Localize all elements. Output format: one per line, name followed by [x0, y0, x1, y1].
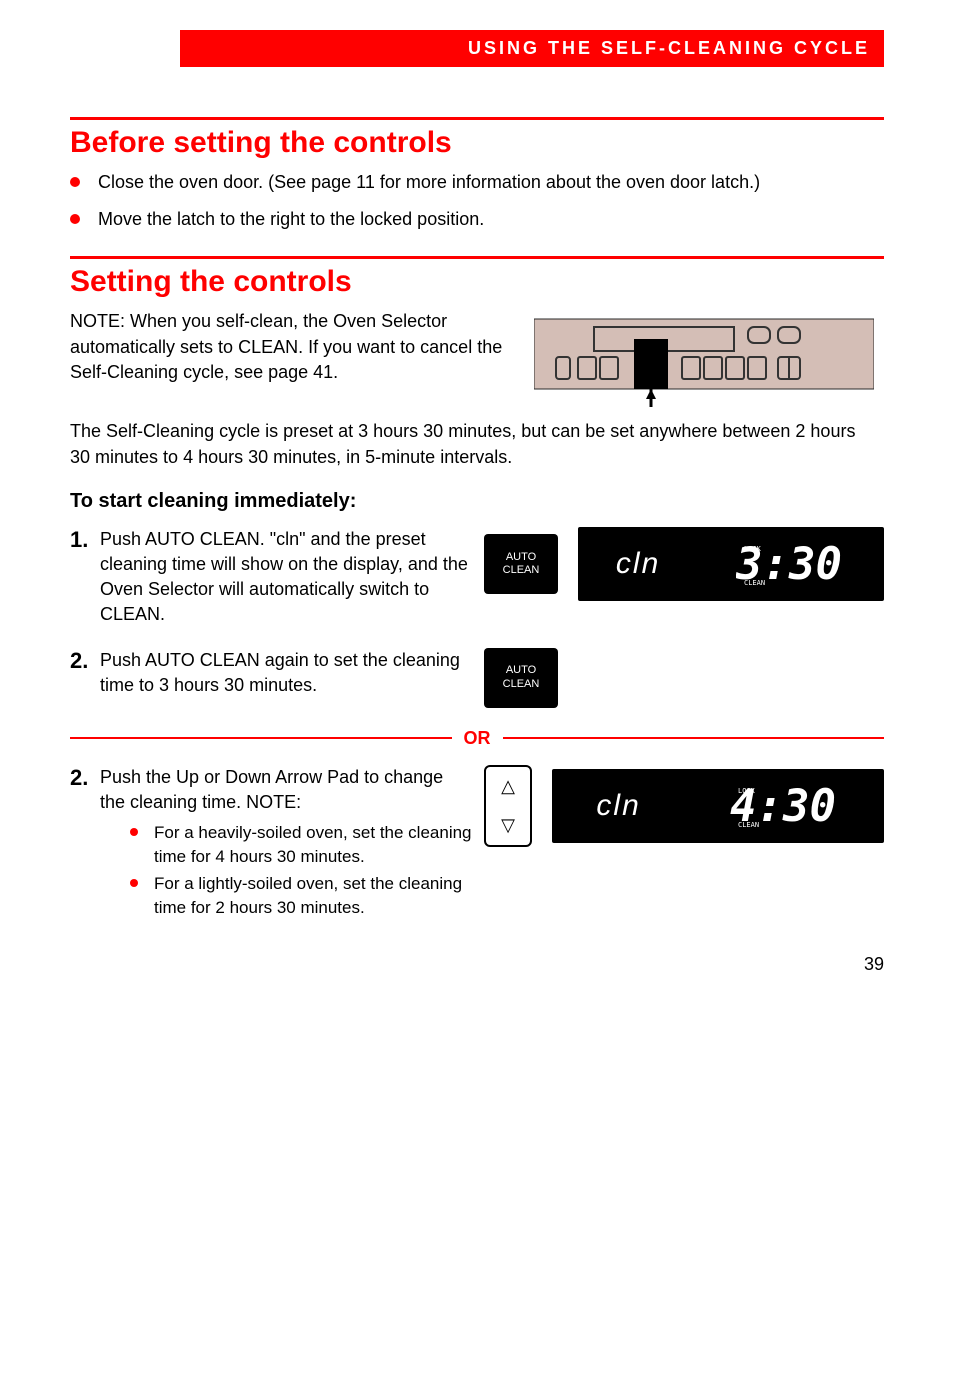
- down-arrow-icon[interactable]: ▽: [501, 815, 515, 836]
- auto-clean-button[interactable]: AUTO CLEAN: [484, 648, 558, 708]
- step-text: Push AUTO CLEAN again to set the cleanin…: [100, 648, 484, 698]
- note-bullet-item: For a lightly-soiled oven, set the clean…: [130, 872, 472, 920]
- oven-display: cln 4:30 LOCK CLEAN: [552, 769, 884, 843]
- arrow-pad[interactable]: △ ▽: [484, 765, 532, 847]
- display-time-value: 3:30 LOCK CLEAN: [736, 537, 846, 591]
- svg-text:CLEAN: CLEAN: [738, 821, 759, 829]
- note-bullets: For a heavily-soiled oven, set the clean…: [130, 821, 472, 920]
- bullet-item: Move the latch to the right to the locke…: [70, 207, 884, 232]
- note-bullet-item: For a heavily-soiled oven, set the clean…: [130, 821, 472, 869]
- step-text: Push the Up or Down Arrow Pad to change …: [100, 765, 484, 925]
- oven-display: cln 3:30 LOCK CLEAN: [578, 527, 884, 601]
- display-mode-label: cln: [596, 789, 640, 823]
- step-number: 1.: [70, 527, 100, 553]
- intro-text-2: The Self-Cleaning cycle is preset at 3 h…: [70, 419, 884, 469]
- svg-text:LOCK: LOCK: [738, 787, 756, 795]
- button-label-bot: CLEAN: [503, 678, 540, 691]
- section-heading-setting: Setting the controls: [70, 265, 884, 299]
- page-number: 39: [70, 954, 884, 975]
- section-rule: [70, 256, 884, 259]
- page-header-bar: USING THE SELF-CLEANING CYCLE: [180, 30, 884, 67]
- svg-text:CLEAN: CLEAN: [744, 579, 765, 587]
- button-label-top: AUTO: [506, 664, 536, 677]
- intro-text-1: NOTE: When you self-clean, the Oven Sele…: [70, 309, 524, 409]
- step-text-span: Push the Up or Down Arrow Pad to change …: [100, 767, 443, 812]
- step-text: Push AUTO CLEAN. "cln" and the preset cl…: [100, 527, 484, 628]
- button-label-top: AUTO: [506, 551, 536, 564]
- or-divider: OR: [70, 728, 884, 749]
- subhead-start-cleaning: To start cleaning immediately:: [70, 490, 884, 513]
- step-number: 2.: [70, 648, 100, 674]
- up-arrow-icon[interactable]: △: [501, 776, 515, 797]
- before-bullet-list: Close the oven door. (See page 11 for mo…: [70, 170, 884, 232]
- divider-line: [70, 737, 452, 739]
- section-heading-before: Before setting the controls: [70, 126, 884, 160]
- auto-clean-button[interactable]: AUTO CLEAN: [484, 534, 558, 594]
- section-rule: [70, 117, 884, 120]
- display-time-value: 4:30 LOCK CLEAN: [730, 779, 840, 833]
- or-text: OR: [452, 728, 503, 749]
- control-panel-illustration: [524, 309, 884, 409]
- svg-text:LOCK: LOCK: [744, 545, 762, 553]
- divider-line: [503, 737, 885, 739]
- step-number: 2.: [70, 765, 100, 791]
- button-label-bot: CLEAN: [503, 564, 540, 577]
- bullet-item: Close the oven door. (See page 11 for mo…: [70, 170, 884, 195]
- display-mode-label: cln: [616, 547, 660, 581]
